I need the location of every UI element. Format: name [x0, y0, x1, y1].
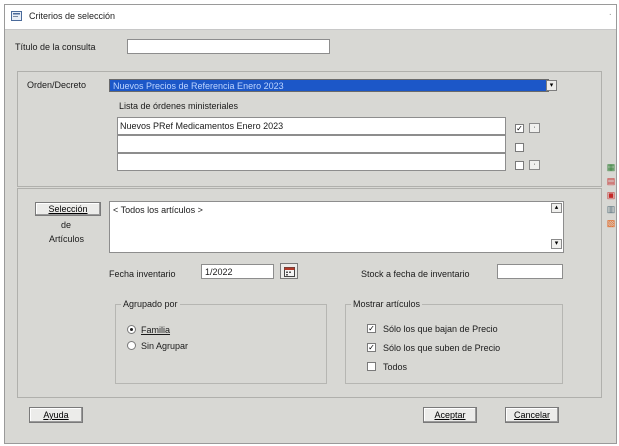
window-title: Criterios de selección: [29, 11, 116, 21]
lista-row-button[interactable]: ·: [529, 160, 540, 170]
sin-agrupar-radio[interactable]: [127, 341, 136, 350]
lista-label: Lista de órdenes ministeriales: [119, 101, 239, 111]
export-icon[interactable]: ▧: [606, 218, 616, 228]
orden-select-value: Nuevos Precios de Referencia Enero 2023: [113, 81, 284, 91]
suben-precio-checkbox[interactable]: ✓: [367, 343, 376, 352]
todos-label[interactable]: Todos: [383, 362, 407, 372]
cancelar-button[interactable]: Cancelar: [505, 407, 559, 423]
calendar-icon: [284, 267, 295, 277]
suben-precio-label[interactable]: Sólo los que suben de Precio: [383, 343, 500, 353]
todos-checkbox[interactable]: [367, 362, 376, 371]
lista-row[interactable]: Nuevos PRef Medicamentos Enero 2023: [117, 117, 506, 135]
orden-label: Orden/Decreto: [27, 80, 87, 90]
familia-label[interactable]: Familia: [141, 325, 170, 335]
orden-select[interactable]: Nuevos Precios de Referencia Enero 2023: [109, 79, 549, 92]
seleccion-textarea[interactable]: < Todos los artículos >: [109, 201, 564, 253]
stock-label: Stock a fecha de inventario: [361, 269, 470, 279]
save-icon[interactable]: ▣: [606, 190, 616, 200]
chevron-down-icon: ▾: [549, 82, 554, 89]
lista-checkbox[interactable]: [515, 143, 524, 152]
seleccion-text: < Todos los artículos >: [113, 205, 203, 215]
pdf-icon[interactable]: ▤: [606, 176, 616, 186]
calendar-button[interactable]: [280, 263, 298, 279]
seleccion-button[interactable]: Selección: [35, 202, 101, 216]
fecha-input[interactable]: 1/2022: [201, 264, 274, 279]
title-bar: Criterios de selección ·: [5, 5, 616, 30]
scroll-down-button[interactable]: ▾: [551, 239, 562, 249]
mostrar-title: Mostrar artículos: [351, 299, 423, 309]
chevron-up-icon: ▴: [554, 204, 559, 211]
lista-row[interactable]: [117, 153, 506, 171]
bajan-precio-label[interactable]: Sólo los que bajan de Precio: [383, 324, 498, 334]
chevron-down-icon: ▾: [554, 240, 559, 247]
criterios-dialog: Criterios de selección · Título de la co…: [4, 4, 617, 444]
excel-icon[interactable]: ▦: [606, 162, 616, 172]
lista-row[interactable]: [117, 135, 506, 153]
lista-checkbox[interactable]: ✓: [515, 124, 524, 133]
print-icon[interactable]: ▥: [606, 204, 616, 214]
seleccion-articulos-label: Artículos: [49, 234, 85, 244]
aceptar-button[interactable]: Aceptar: [423, 407, 477, 423]
seleccion-de-label: de: [61, 220, 72, 230]
fecha-label: Fecha inventario: [109, 269, 176, 279]
familia-radio[interactable]: [127, 325, 136, 334]
sin-agrupar-label[interactable]: Sin Agrupar: [141, 341, 188, 351]
titulo-input[interactable]: [127, 39, 330, 54]
agrupado-title: Agrupado por: [121, 299, 180, 309]
scroll-up-button[interactable]: ▴: [551, 203, 562, 213]
ayuda-button[interactable]: Ayuda: [29, 407, 83, 423]
stock-input[interactable]: [497, 264, 563, 279]
close-icon[interactable]: ·: [609, 9, 612, 20]
orden-dropdown-button[interactable]: ▾: [546, 80, 557, 91]
lista-row-button[interactable]: ·: [529, 123, 540, 133]
bajan-precio-checkbox[interactable]: ✓: [367, 324, 376, 333]
lista-checkbox[interactable]: [515, 161, 524, 170]
window-icon: [11, 11, 22, 21]
lista-row-text: Nuevos PRef Medicamentos Enero 2023: [120, 121, 284, 131]
titulo-label: Título de la consulta: [15, 42, 96, 52]
